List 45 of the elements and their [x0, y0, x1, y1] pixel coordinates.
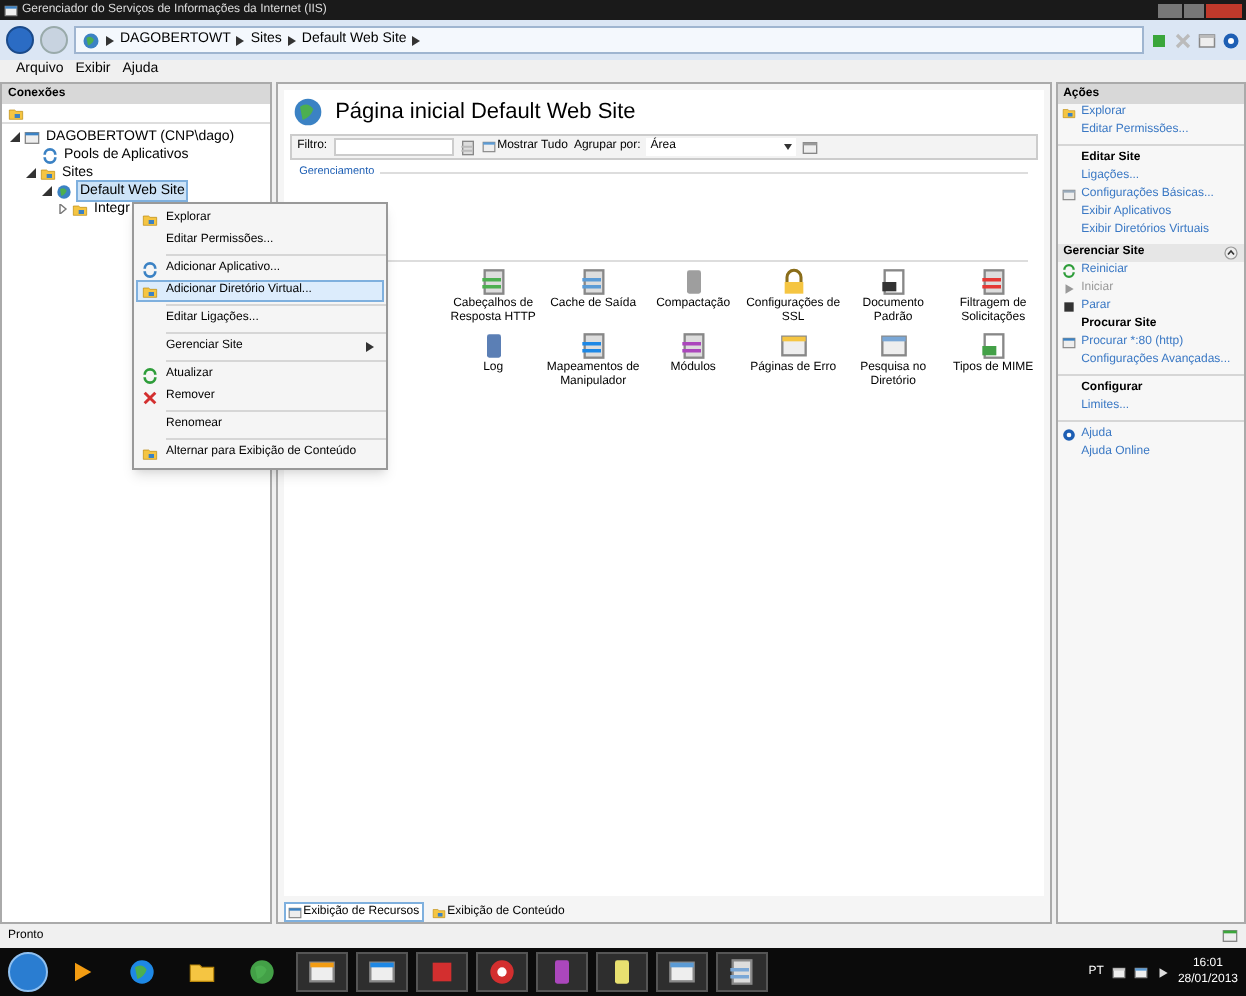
globe-icon: [56, 183, 72, 199]
folder-icon: [1062, 106, 1077, 120]
app-icon: [4, 3, 18, 17]
folder-icon: [141, 445, 157, 461]
folder-icon: [8, 105, 24, 121]
folder-icon: [188, 958, 216, 986]
expander-icon[interactable]: [10, 132, 20, 142]
globe-icon: [82, 31, 100, 49]
chevron-icon: [236, 35, 245, 45]
browser-window-icon: [1062, 336, 1077, 350]
chevron-icon: [412, 35, 421, 45]
taskbar-button[interactable]: [716, 952, 768, 992]
help-icon: [1062, 428, 1077, 442]
chevron-icon: [287, 35, 296, 45]
expander-icon[interactable]: [26, 168, 36, 178]
folder-icon: [141, 283, 157, 299]
collapse-icon[interactable]: [1224, 246, 1238, 260]
chevron-icon: [106, 35, 114, 45]
browser-window-icon: [879, 332, 908, 361]
taskbar-button[interactable]: [296, 952, 348, 992]
back-button[interactable]: [6, 26, 34, 54]
padlock-icon: [779, 268, 808, 297]
page-title: Página inicial Default Web Site: [335, 97, 636, 128]
monitor-icon: [668, 958, 696, 986]
minimize-button[interactable]: [1158, 3, 1182, 17]
filter-field[interactable]: [333, 138, 454, 156]
expander-icon[interactable]: [42, 186, 52, 196]
help-icon: [1222, 31, 1240, 49]
maximize-button[interactable]: [1184, 3, 1204, 17]
folder-icon: [141, 211, 157, 227]
taskbar-button[interactable]: [356, 952, 408, 992]
dropdown-arrow-icon: [784, 144, 793, 150]
folder-icon: [431, 905, 446, 919]
start-button[interactable]: [8, 952, 48, 992]
view-icon: [802, 139, 819, 155]
close-button[interactable]: [1206, 3, 1242, 17]
play-icon: [1062, 282, 1077, 296]
taskbar-button[interactable]: [476, 952, 528, 992]
delete-icon: [141, 389, 157, 405]
folder-icon: [40, 165, 56, 181]
taskbar-button[interactable]: [656, 952, 708, 992]
folder-icon: [72, 201, 88, 217]
browser-icon: [128, 958, 156, 986]
taskbar-button[interactable]: [596, 952, 648, 992]
globe-icon: [291, 96, 324, 128]
